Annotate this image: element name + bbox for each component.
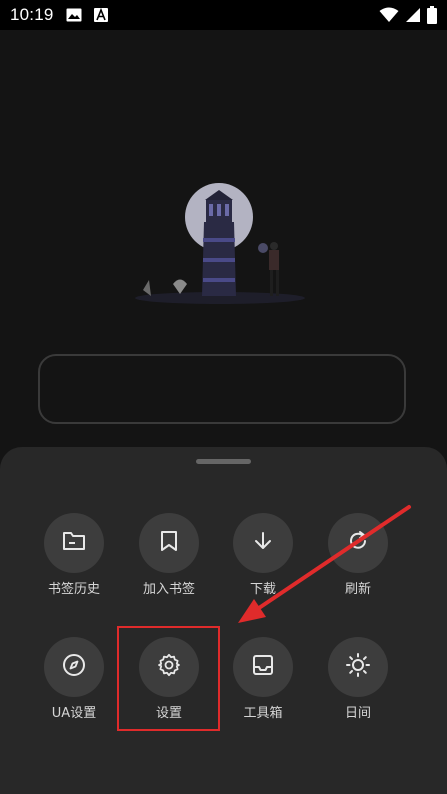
settings-highlight-box: [117, 626, 220, 731]
menu-label: UA设置: [51, 706, 97, 721]
toolbox-button[interactable]: 工具箱: [218, 637, 308, 729]
menu-label: 工具箱: [243, 706, 283, 721]
menu-button-circle[interactable]: [328, 513, 388, 573]
ua-settings-button[interactable]: UA设置: [29, 637, 119, 729]
menu-label: 加入书签: [142, 582, 195, 597]
bookmark-history-button[interactable]: 书签历史: [29, 513, 119, 605]
search-input[interactable]: [38, 354, 406, 424]
add-bookmark-button[interactable]: 加入书签: [124, 513, 214, 605]
inbox-tray-icon: [251, 653, 275, 681]
status-time: 10:19: [10, 5, 54, 24]
compass-icon: [62, 653, 86, 681]
download-button[interactable]: 下载: [218, 513, 308, 605]
menu-label: 书签历史: [47, 582, 100, 597]
download-arrow-icon: [253, 531, 273, 555]
refresh-button[interactable]: 刷新: [313, 513, 403, 605]
menu-button-circle[interactable]: [44, 513, 104, 573]
menu-button-circle[interactable]: [233, 513, 293, 573]
lighthouse-illustration: [125, 180, 325, 310]
sheet-drag-handle[interactable]: [196, 459, 251, 464]
status-bar: 10:19: [0, 0, 447, 30]
image-icon: [66, 7, 82, 26]
bookmark-icon: [160, 530, 178, 556]
day-mode-button[interactable]: 日间: [313, 637, 403, 729]
menu-label: 刷新: [344, 582, 371, 597]
signal-icon: [405, 7, 421, 27]
menu-button-circle[interactable]: [139, 513, 199, 573]
folder-icon: [62, 530, 86, 556]
menu-button-circle[interactable]: [44, 637, 104, 697]
menu-label: 日间: [344, 706, 371, 721]
sun-icon: [345, 652, 371, 682]
refresh-icon: [347, 530, 369, 556]
a-badge-icon: [94, 7, 108, 26]
menu-button-circle[interactable]: [233, 637, 293, 697]
battery-icon: [427, 6, 437, 28]
menu-label: 下载: [249, 582, 276, 597]
menu-button-circle[interactable]: [328, 637, 388, 697]
wifi-icon: [379, 7, 399, 27]
bottom-menu-sheet: 书签历史 加入书签 下载 刷新 UA设置 设置 工具箱 日间: [0, 447, 447, 794]
